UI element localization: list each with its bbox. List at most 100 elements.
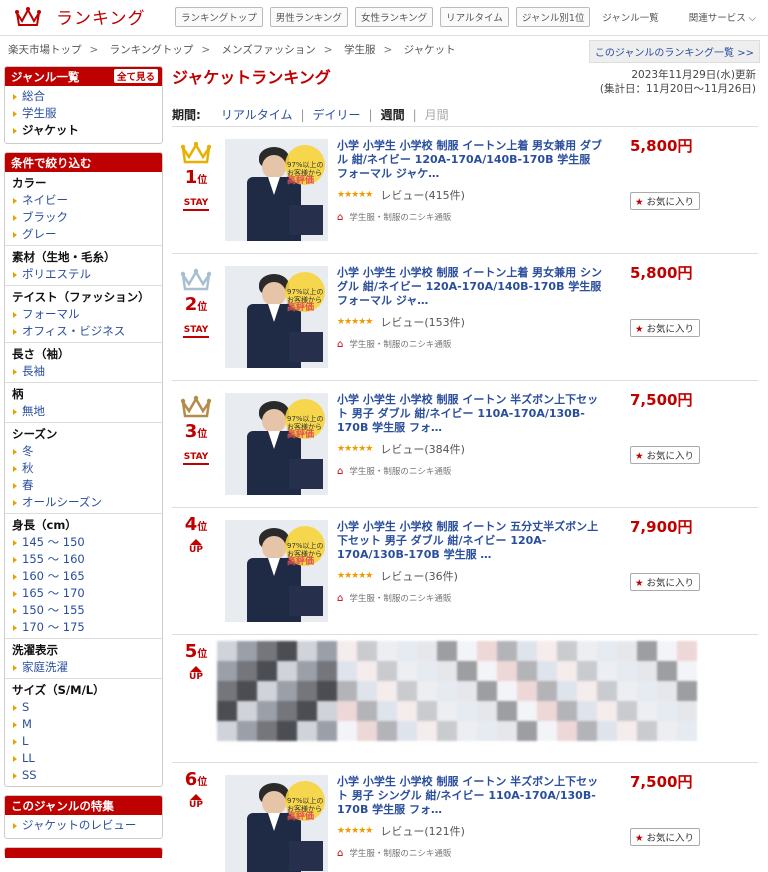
child-face — [262, 282, 286, 306]
blur-cell — [217, 641, 237, 661]
badge-line: 高評価 — [287, 176, 315, 186]
tab-realtime[interactable]: リアルタイム — [221, 106, 293, 123]
filter-option[interactable]: 155 ～ 160 — [12, 551, 155, 568]
filter-option[interactable]: 秋 — [12, 460, 155, 477]
filter-option[interactable]: 160 ～ 165 — [12, 568, 155, 585]
rank-status: UP — [189, 800, 203, 810]
filter-option[interactable]: 無地 — [12, 403, 155, 420]
nav-genre-first[interactable]: ジャンル別1位 — [515, 7, 591, 27]
review-row: ★★★★★ レビュー(121件) — [337, 823, 603, 839]
blur-cell — [377, 701, 397, 721]
filter-option[interactable]: LL — [12, 750, 155, 767]
blur-cell — [337, 661, 357, 681]
top-bar: ランキング ランキングトップ 男性ランキング 女性ランキング リアルタイム ジャ… — [0, 0, 768, 36]
product-title[interactable]: 小学 小学生 小学校 制服 イートン上着 男女兼用 シングル 紺/ネイビー 12… — [337, 266, 603, 308]
shop-name[interactable]: 学生服・制服のニシキ通販 — [349, 211, 451, 223]
genre-item[interactable]: 総合 — [12, 88, 155, 105]
site-title: ランキング — [56, 9, 146, 29]
filter-option[interactable]: M — [12, 716, 155, 733]
ranking-item: 4位 UP 97%以上の お客様から 高評価 小学 小学生 小学校 制服 イートン 五分丈… — [172, 508, 758, 635]
nav-ranking-top[interactable]: ランキングトップ — [175, 7, 263, 27]
filter-option[interactable]: 150 ～ 155 — [12, 602, 155, 619]
shop-name[interactable]: 学生服・制服のニシキ通販 — [349, 847, 451, 859]
nav-male-ranking[interactable]: 男性ランキング — [269, 7, 348, 27]
rank-block: 2位 STAY — [172, 266, 220, 338]
review-count[interactable]: レビュー(415件) — [380, 187, 465, 203]
child-face — [262, 536, 286, 560]
blur-cell — [517, 661, 537, 681]
filter-group-title: 柄 — [12, 387, 24, 401]
shop-name[interactable]: 学生服・制服のニシキ通販 — [349, 338, 451, 350]
review-row: ★★★★★ レビュー(415件) — [337, 187, 603, 203]
genre-item[interactable]: 学生服 — [12, 105, 155, 122]
product-title[interactable]: 小学 小学生 小学校 制服 イートン上着 男女兼用 ダブル 紺/ネイビー 120… — [337, 139, 603, 181]
review-count[interactable]: レビュー(36件) — [380, 568, 458, 584]
filter-option[interactable]: SS — [12, 767, 155, 784]
favorite-button[interactable]: ★ お気に入り — [630, 828, 701, 846]
genre-list-link[interactable]: ジャンル一覧 — [602, 10, 659, 24]
tab-daily[interactable]: デイリー — [313, 106, 361, 123]
breadcrumb-item[interactable]: 楽天市場トップ — [8, 44, 82, 56]
product-image[interactable]: 97%以上の お客様から 高評価 — [225, 139, 328, 241]
filter-option[interactable]: 長袖 — [12, 363, 155, 380]
filter-option[interactable]: 冬 — [12, 443, 155, 460]
see-all-button[interactable]: 全て見る — [113, 69, 158, 83]
ranking-logo[interactable]: ランキング — [14, 4, 146, 29]
blur-cell — [217, 721, 237, 741]
breadcrumb-item[interactable]: メンズファッション — [222, 44, 316, 56]
review-count[interactable]: レビュー(153件) — [380, 314, 465, 330]
favorite-button[interactable]: ★ お気に入り — [630, 573, 701, 591]
product-image[interactable]: 97%以上の お客様から 高評価 — [225, 266, 328, 368]
product-title[interactable]: 小学 小学生 小学校 制服 イートン 半ズボン上下セット 男子 シングル 紺/ネ… — [337, 775, 603, 817]
filter-option[interactable]: 145 ～ 150 — [12, 534, 155, 551]
shop-name[interactable]: 学生服・制服のニシキ通販 — [349, 465, 451, 477]
nav-realtime[interactable]: リアルタイム — [440, 7, 509, 27]
blur-cell — [277, 641, 297, 661]
filter-option[interactable]: グレー — [12, 226, 155, 243]
breadcrumb-item[interactable]: 学生服 — [344, 44, 376, 56]
tab-weekly[interactable]: 週間 — [381, 106, 405, 123]
blur-cell — [257, 641, 277, 661]
rank-number: 2位 — [172, 294, 220, 315]
blur-cell — [437, 661, 457, 681]
nav-female-ranking[interactable]: 女性ランキング — [354, 7, 434, 27]
feature-item[interactable]: ジャケットのレビュー — [12, 817, 155, 834]
filter-option[interactable]: ネイビー — [12, 192, 155, 209]
favorite-button[interactable]: ★ お気に入り — [630, 192, 701, 210]
favorite-button[interactable]: ★ お気に入り — [630, 319, 701, 337]
product-image[interactable]: 97%以上の お客様から 高評価 — [225, 775, 328, 872]
blur-cell — [637, 661, 657, 681]
product-title[interactable]: 小学 小学生 小学校 制服 イートン 五分丈半ズボン上下セット 男子 ダブル 紺… — [337, 520, 603, 562]
favorite-button[interactable]: ★ お気に入り — [630, 446, 701, 464]
product-image[interactable]: 97%以上の お客様から 高評価 — [225, 520, 328, 622]
filter-option[interactable]: オールシーズン — [12, 494, 155, 511]
filter-option[interactable]: 170 ～ 175 — [12, 619, 155, 636]
review-count[interactable]: レビュー(384件) — [380, 441, 465, 457]
shop-name[interactable]: 学生服・制服のニシキ通販 — [349, 592, 451, 604]
breadcrumb-item[interactable]: ランキングトップ — [110, 44, 194, 56]
filter-option[interactable]: フォーマル — [12, 306, 155, 323]
product-image[interactable]: 97%以上の お客様から 高評価 — [225, 393, 328, 495]
filter-option[interactable]: 春 — [12, 477, 155, 494]
filter-option[interactable]: ブラック — [12, 209, 155, 226]
filter-option[interactable]: L — [12, 733, 155, 750]
filter-option[interactable]: S — [12, 699, 155, 716]
related-services-dropdown[interactable]: 関連サービス ⌵ — [689, 10, 756, 24]
ranking-item: 5位 UP — [172, 635, 758, 763]
blur-cell — [357, 721, 377, 741]
blur-cell — [577, 681, 597, 701]
blur-cell — [537, 681, 557, 701]
review-row: ★★★★★ レビュー(153件) — [337, 314, 603, 330]
filter-option[interactable]: 家庭洗濯 — [12, 659, 155, 676]
rank-value: 3 — [184, 421, 198, 442]
genre-ranking-list-link[interactable]: このジャンルのランキング一覧 >> — [588, 40, 760, 63]
filter-option[interactable]: 165 ～ 170 — [12, 585, 155, 602]
filter-option[interactable]: オフィス・ビジネス — [12, 323, 155, 340]
filter-option[interactable]: ポリエステル — [12, 266, 155, 283]
blur-cell — [577, 661, 597, 681]
blur-cell — [537, 701, 557, 721]
rank-value: 5 — [184, 641, 198, 662]
filter-group-title: 素材（生地・毛糸） — [12, 250, 116, 264]
review-count[interactable]: レビュー(121件) — [380, 823, 465, 839]
product-title[interactable]: 小学 小学生 小学校 制服 イートン 半ズボン上下セット 男子 ダブル 紺/ネイ… — [337, 393, 603, 435]
